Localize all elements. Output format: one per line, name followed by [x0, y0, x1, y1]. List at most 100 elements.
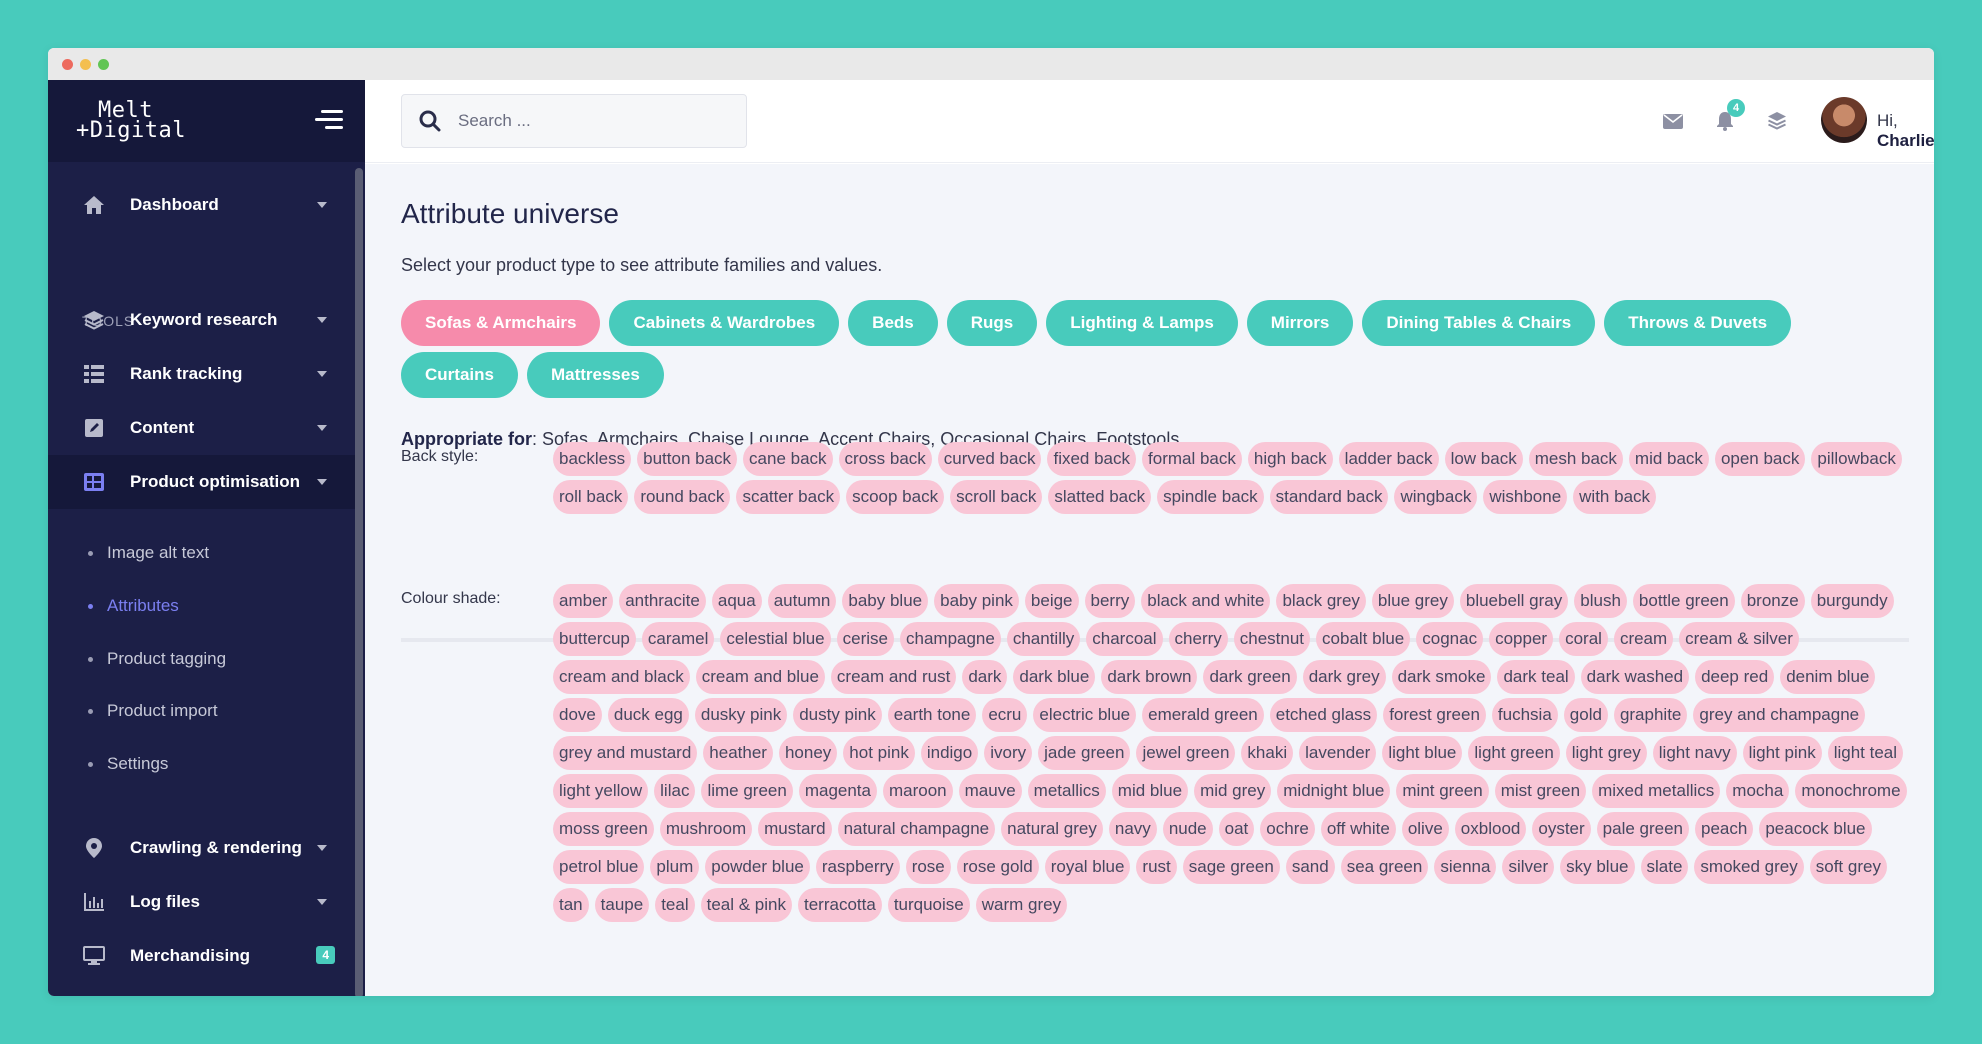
- attribute-value-tag[interactable]: champagne: [900, 622, 1001, 656]
- attribute-value-tag[interactable]: mid blue: [1111, 774, 1189, 808]
- product-type-button[interactable]: Beds: [848, 300, 938, 346]
- attribute-value-tag[interactable]: high back: [1247, 442, 1333, 476]
- attribute-value-tag[interactable]: dark: [962, 660, 1008, 694]
- attribute-value-tag[interactable]: coral: [1559, 622, 1608, 656]
- attribute-value-tag[interactable]: cross back: [838, 442, 932, 476]
- attribute-value-tag[interactable]: monochrome: [1795, 774, 1907, 808]
- attribute-value-tag[interactable]: raspberry: [815, 850, 900, 884]
- attribute-value-tag[interactable]: slate: [1640, 850, 1689, 884]
- subnav-settings[interactable]: Settings: [88, 754, 168, 774]
- attribute-value-tag[interactable]: hot pink: [843, 736, 915, 770]
- attribute-value-tag[interactable]: sand: [1285, 850, 1335, 884]
- attribute-value-tag[interactable]: pillowback: [1811, 442, 1902, 476]
- attribute-value-tag[interactable]: baby blue: [842, 584, 929, 618]
- attribute-value-tag[interactable]: terracotta: [798, 888, 882, 922]
- attribute-value-tag[interactable]: turquoise: [887, 888, 970, 922]
- attribute-value-tag[interactable]: bluebell gray: [1459, 584, 1569, 618]
- attribute-value-tag[interactable]: smoked grey: [1694, 850, 1804, 884]
- attribute-value-tag[interactable]: oyster: [1532, 812, 1591, 846]
- attribute-value-tag[interactable]: mid back: [1628, 442, 1709, 476]
- attribute-value-tag[interactable]: dark blue: [1013, 660, 1096, 694]
- attribute-value-tag[interactable]: dark green: [1203, 660, 1297, 694]
- attribute-value-tag[interactable]: khaki: [1241, 736, 1294, 770]
- attribute-value-tag[interactable]: grey and champagne: [1693, 698, 1866, 732]
- attribute-value-tag[interactable]: sage green: [1182, 850, 1280, 884]
- attribute-value-tag[interactable]: midnight blue: [1277, 774, 1391, 808]
- avatar[interactable]: [1821, 97, 1867, 143]
- attribute-value-tag[interactable]: ochre: [1260, 812, 1315, 846]
- attribute-value-tag[interactable]: wingback: [1394, 480, 1478, 514]
- attribute-value-tag[interactable]: standard back: [1269, 480, 1389, 514]
- attribute-value-tag[interactable]: metallics: [1027, 774, 1106, 808]
- attribute-value-tag[interactable]: forest green: [1383, 698, 1486, 732]
- attribute-value-tag[interactable]: jewel green: [1136, 736, 1236, 770]
- attribute-value-tag[interactable]: sienna: [1434, 850, 1497, 884]
- attribute-value-tag[interactable]: grey and mustard: [553, 736, 698, 770]
- attribute-value-tag[interactable]: mocha: [1726, 774, 1790, 808]
- attribute-value-tag[interactable]: graphite: [1613, 698, 1688, 732]
- nav-rank-tracking[interactable]: Rank tracking: [48, 347, 355, 401]
- user-greeting[interactable]: Hi, Charlie: [1877, 111, 1934, 151]
- attribute-value-tag[interactable]: mint green: [1396, 774, 1489, 808]
- attribute-value-tag[interactable]: wishbone: [1483, 480, 1568, 514]
- attribute-value-tag[interactable]: dusty pink: [793, 698, 882, 732]
- attribute-value-tag[interactable]: mixed metallics: [1592, 774, 1721, 808]
- nav-content[interactable]: Content: [48, 401, 355, 455]
- attribute-value-tag[interactable]: curved back: [937, 442, 1042, 476]
- attribute-value-tag[interactable]: nude: [1162, 812, 1213, 846]
- attribute-value-tag[interactable]: peacock blue: [1759, 812, 1872, 846]
- attribute-value-tag[interactable]: lavender: [1299, 736, 1377, 770]
- attribute-value-tag[interactable]: navy: [1108, 812, 1157, 846]
- sidebar-scrollbar[interactable]: [355, 168, 363, 996]
- subnav-product-import[interactable]: Product import: [88, 701, 218, 721]
- attribute-value-tag[interactable]: deep red: [1695, 660, 1775, 694]
- attribute-value-tag[interactable]: spindle back: [1157, 480, 1264, 514]
- attribute-value-tag[interactable]: caramel: [641, 622, 715, 656]
- attribute-value-tag[interactable]: celestial blue: [720, 622, 831, 656]
- product-type-button[interactable]: Mirrors: [1246, 300, 1354, 346]
- attribute-value-tag[interactable]: dark brown: [1101, 660, 1198, 694]
- product-type-button[interactable]: Mattresses: [526, 352, 664, 398]
- attribute-value-tag[interactable]: dark washed: [1580, 660, 1690, 694]
- attribute-value-tag[interactable]: cream and rust: [830, 660, 957, 694]
- attribute-value-tag[interactable]: cerise: [836, 622, 894, 656]
- attribute-value-tag[interactable]: black and white: [1141, 584, 1271, 618]
- attribute-value-tag[interactable]: round back: [634, 480, 731, 514]
- nav-keyword-research[interactable]: Keyword research: [48, 293, 355, 347]
- attribute-value-tag[interactable]: pale green: [1596, 812, 1689, 846]
- attribute-value-tag[interactable]: bottle green: [1632, 584, 1735, 618]
- product-type-button[interactable]: Rugs: [946, 300, 1038, 346]
- attribute-value-tag[interactable]: light grey: [1565, 736, 1647, 770]
- attribute-value-tag[interactable]: ladder back: [1338, 442, 1439, 476]
- attribute-value-tag[interactable]: mid grey: [1194, 774, 1272, 808]
- attribute-value-tag[interactable]: cherry: [1168, 622, 1228, 656]
- attribute-value-tag[interactable]: natural grey: [1001, 812, 1103, 846]
- attribute-value-tag[interactable]: moss green: [553, 812, 654, 846]
- attribute-value-tag[interactable]: oxblood: [1454, 812, 1527, 846]
- attribute-value-tag[interactable]: beige: [1024, 584, 1079, 618]
- attribute-value-tag[interactable]: button back: [637, 442, 738, 476]
- attribute-value-tag[interactable]: cobalt blue: [1316, 622, 1411, 656]
- maximize-window-dot[interactable]: [98, 58, 109, 70]
- attribute-value-tag[interactable]: buttercup: [553, 622, 636, 656]
- attribute-value-tag[interactable]: rust: [1136, 850, 1177, 884]
- attribute-value-tag[interactable]: scatter back: [736, 480, 841, 514]
- attribute-value-tag[interactable]: rose: [905, 850, 951, 884]
- attribute-value-tag[interactable]: tan: [553, 888, 589, 922]
- attribute-value-tag[interactable]: mushroom: [659, 812, 753, 846]
- attribute-value-tag[interactable]: taupe: [594, 888, 650, 922]
- attribute-value-tag[interactable]: light yellow: [553, 774, 649, 808]
- attribute-value-tag[interactable]: chantilly: [1006, 622, 1081, 656]
- attribute-value-tag[interactable]: open back: [1714, 442, 1806, 476]
- attribute-value-tag[interactable]: amber: [553, 584, 614, 618]
- product-type-button[interactable]: Curtains: [401, 352, 518, 398]
- search-icon[interactable]: [402, 110, 458, 132]
- subnav-image-alt-text[interactable]: Image alt text: [88, 543, 209, 563]
- attribute-value-tag[interactable]: light teal: [1827, 736, 1904, 770]
- attribute-value-tag[interactable]: dusky pink: [694, 698, 788, 732]
- attribute-value-tag[interactable]: ecru: [982, 698, 1028, 732]
- attribute-value-tag[interactable]: sea green: [1340, 850, 1429, 884]
- attribute-value-tag[interactable]: charcoal: [1086, 622, 1163, 656]
- attribute-value-tag[interactable]: warm grey: [975, 888, 1068, 922]
- attribute-value-tag[interactable]: magenta: [798, 774, 877, 808]
